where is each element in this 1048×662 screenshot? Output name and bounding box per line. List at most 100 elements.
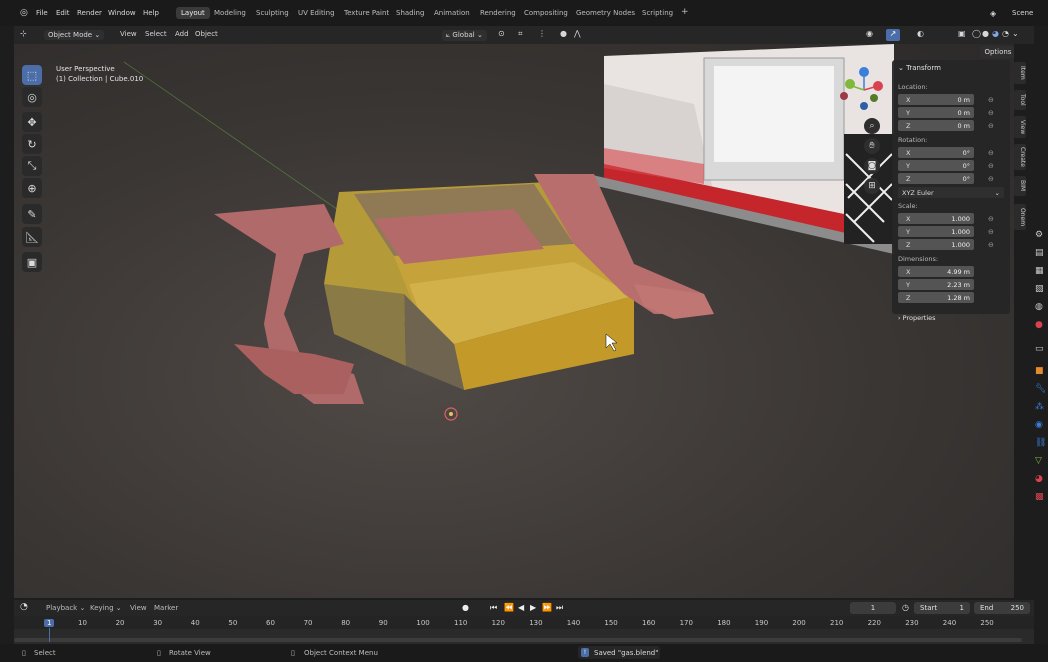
camera-view-icon[interactable]: ◙ (864, 158, 880, 174)
lock-icon[interactable]: ⊖ (988, 241, 994, 249)
solid-shading-icon[interactable]: ● (982, 29, 989, 38)
material-shading-icon[interactable]: ◕ (992, 29, 999, 38)
3d-viewport[interactable]: User Perspective (1) Collection | Cube.0… (14, 44, 1014, 598)
timeline-scrubber[interactable]: 1 10 20 30 40 50 60 70 80 90 100 110 120 130 140 150 160… (14, 616, 1034, 644)
tab-bim[interactable]: BIM (1014, 176, 1026, 196)
zoom-icon[interactable]: ⌕ (864, 118, 880, 134)
menu-file[interactable]: File (36, 9, 48, 17)
tool-settings-icon[interactable]: ⚙ (1035, 230, 1043, 240)
material-icon[interactable]: ◕ (1035, 474, 1043, 484)
record-icon[interactable]: ● (462, 603, 469, 612)
rotation-z-field[interactable]: Z 0° (898, 173, 974, 184)
scene-props-icon[interactable]: ◍ (1035, 302, 1043, 312)
physics-icon[interactable]: ◉ (1035, 420, 1043, 430)
scale-y-field[interactable]: Y 1.000 (898, 226, 974, 237)
dimensions-z-field[interactable]: Z 1.28 m (898, 292, 974, 303)
proportional-edit-icon[interactable]: ● (560, 29, 567, 38)
object-data-icon[interactable]: ▽ (1035, 456, 1042, 466)
world-icon[interactable]: ● (1035, 320, 1043, 330)
pan-hand-icon[interactable]: ✋︎ (864, 138, 880, 154)
properties-panel-header[interactable]: › Properties (898, 314, 936, 322)
particles-icon[interactable]: ⁂ (1035, 402, 1044, 412)
tool-add-cube[interactable]: ▣ (22, 252, 42, 272)
tool-transform[interactable]: ⊕ (22, 178, 42, 198)
tab-geometry-nodes[interactable]: Geometry Nodes (576, 9, 635, 17)
lock-icon[interactable]: ⊖ (988, 96, 994, 104)
add-workspace-button[interactable]: + (681, 7, 689, 17)
rotation-x-field[interactable]: X 0° (898, 147, 974, 158)
menu-window[interactable]: Window (108, 9, 136, 17)
tab-rendering[interactable]: Rendering (480, 9, 516, 17)
menu-help[interactable]: Help (143, 9, 159, 17)
location-y-field[interactable]: Y 0 m (898, 107, 974, 118)
menu-edit[interactable]: Edit (56, 9, 70, 17)
tab-scripting[interactable]: Scripting (642, 9, 673, 17)
lock-icon[interactable]: ⊖ (988, 175, 994, 183)
timeline-scrollbar[interactable] (14, 638, 1022, 642)
stopwatch-icon[interactable]: ◷ (902, 603, 909, 612)
location-z-field[interactable]: Z 0 m (898, 120, 974, 131)
xray-icon[interactable]: ▣ (958, 29, 966, 38)
play-reverse-icon[interactable]: ◀ (518, 603, 524, 612)
overlays-icon[interactable]: ◐ (917, 29, 924, 38)
jump-key-back-icon[interactable]: ⏪ (504, 603, 514, 612)
rendered-shading-icon[interactable]: ◔ (1002, 29, 1009, 38)
pivot-icon[interactable]: ⊙ (498, 29, 505, 38)
perspective-grid-icon[interactable]: ⊞ (864, 178, 880, 194)
timeline-editor-icon[interactable]: ◔ (20, 602, 28, 612)
orientation-dropdown[interactable]: ⟀ Global ⌄ (442, 30, 487, 41)
end-frame-field[interactable]: End 250 (974, 602, 1030, 614)
timeline-menu-marker[interactable]: Marker (154, 604, 178, 612)
texture-icon[interactable]: ▩ (1035, 492, 1044, 502)
options-dropdown[interactable]: Options ⌄ (980, 46, 1014, 58)
tool-measure[interactable]: 📐︎ (22, 227, 42, 247)
navigation-gizmo[interactable] (834, 62, 894, 118)
scale-z-field[interactable]: Z 1.000 (898, 239, 974, 250)
timeline-menu-playback[interactable]: Playback ⌄ (46, 604, 85, 612)
tab-sculpting[interactable]: Sculpting (256, 9, 289, 17)
tool-move[interactable]: ✥ (22, 112, 42, 132)
menu-render[interactable]: Render (77, 9, 102, 17)
tab-compositing[interactable]: Compositing (524, 9, 568, 17)
scene-selector[interactable]: Scene (1012, 9, 1033, 17)
shading-options-icon[interactable]: ⌄ (1012, 29, 1019, 38)
lock-icon[interactable]: ⊖ (988, 215, 994, 223)
timeline-menu-keying[interactable]: Keying ⌄ (90, 604, 122, 612)
location-x-field[interactable]: X 0 m (898, 94, 974, 105)
rotation-y-field[interactable]: Y 0° (898, 160, 974, 171)
lock-icon[interactable]: ⊖ (988, 122, 994, 130)
tab-animation[interactable]: Animation (434, 9, 470, 17)
header-menu-select[interactable]: Select (145, 30, 167, 38)
lock-icon[interactable]: ⊖ (988, 228, 994, 236)
tab-view[interactable]: View (1014, 116, 1026, 138)
tab-onem[interactable]: Onem (1014, 204, 1026, 230)
visibility-icon[interactable]: ◉ (866, 29, 873, 38)
dimensions-x-field[interactable]: X 4.99 m (898, 266, 974, 277)
tool-cursor[interactable]: ◎ (22, 87, 42, 107)
tab-create[interactable]: Create (1014, 144, 1026, 170)
jump-start-icon[interactable]: ⏮ (490, 603, 497, 613)
lock-icon[interactable]: ⊖ (988, 109, 994, 117)
tab-shading[interactable]: Shading (396, 9, 424, 17)
mode-dropdown[interactable]: Object Mode ⌄ (44, 30, 105, 40)
object-icon[interactable]: ■ (1035, 366, 1044, 376)
header-menu-add[interactable]: Add (175, 30, 189, 38)
tab-texture-paint[interactable]: Texture Paint (344, 9, 389, 17)
tab-modeling[interactable]: Modeling (214, 9, 246, 17)
dimensions-y-field[interactable]: Y 2.23 m (898, 279, 974, 290)
playhead[interactable] (49, 628, 50, 642)
current-frame-field[interactable]: 1 (850, 602, 896, 614)
timeline-menu-view[interactable]: View (130, 604, 147, 612)
play-icon[interactable]: ▶ (530, 603, 536, 612)
blender-logo-icon[interactable]: ◎ (20, 8, 28, 18)
tool-select-box[interactable]: ⬚ (22, 65, 42, 85)
transform-panel-header[interactable]: ⌄ Transform (898, 64, 941, 72)
frame-ruler[interactable] (14, 616, 1034, 629)
header-menu-view[interactable]: View (120, 30, 137, 38)
gizmo-toggle-icon[interactable]: ↗ (886, 29, 900, 41)
collection-icon[interactable]: ▭ (1035, 344, 1044, 354)
tool-scale[interactable]: ⤡ (22, 156, 42, 176)
view-layer-icon[interactable]: ▧ (1035, 284, 1044, 294)
lock-icon[interactable]: ⊖ (988, 162, 994, 170)
modifier-wrench-icon[interactable]: 🔧︎ (1035, 384, 1046, 394)
